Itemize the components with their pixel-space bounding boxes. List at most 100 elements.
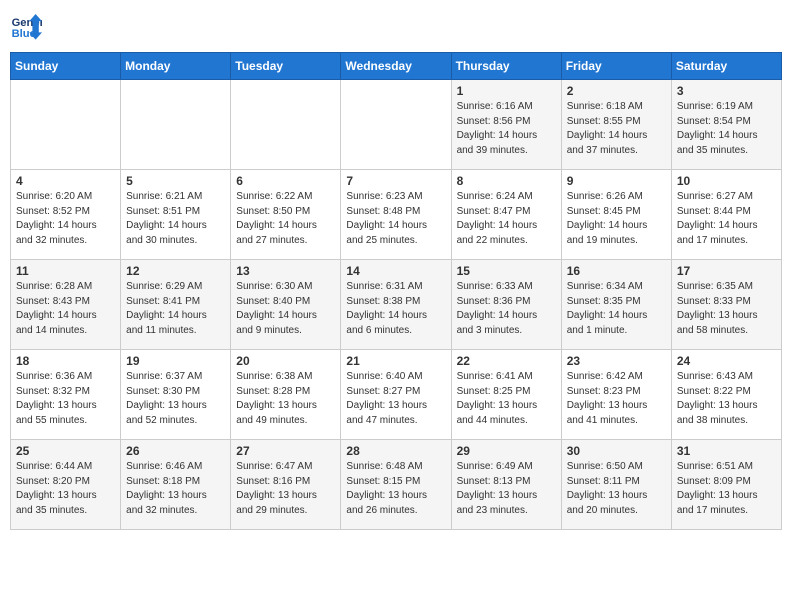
day-info: Sunrise: 6:23 AM Sunset: 8:48 PM Dayligh… [346,190,445,248]
day-info: Sunrise: 6:46 AM Sunset: 8:18 PM Dayligh… [126,460,225,518]
day-cell: 19 Sunrise: 6:37 AM Sunset: 8:30 PM Dayli… [121,350,231,440]
week-row-5: 25 Sunrise: 6:44 AM Sunset: 8:20 PM Dayli… [11,440,782,530]
day-number: 12 [126,264,225,278]
day-cell: 13 Sunrise: 6:30 AM Sunset: 8:40 PM Dayli… [231,260,341,350]
day-cell [341,80,451,170]
day-number: 19 [126,354,225,368]
day-cell: 2 Sunrise: 6:18 AM Sunset: 8:55 PM Daylig… [561,80,671,170]
day-number: 30 [567,444,666,458]
day-number: 25 [16,444,115,458]
day-info: Sunrise: 6:35 AM Sunset: 8:33 PM Dayligh… [677,280,776,338]
day-number: 11 [16,264,115,278]
day-cell: 30Sunrise: 6:50 AM Sunset: 8:11 PM Dayli… [561,440,671,530]
day-of-week-thursday: Thursday [451,53,561,80]
day-of-week-tuesday: Tuesday [231,53,341,80]
day-info: Sunrise: 6:28 AM Sunset: 8:43 PM Dayligh… [16,280,115,338]
day-number: 13 [236,264,335,278]
day-cell: 27 Sunrise: 6:47 AM Sunset: 8:16 PM Dayli… [231,440,341,530]
day-cell: 26 Sunrise: 6:46 AM Sunset: 8:18 PM Dayli… [121,440,231,530]
day-info: Sunrise: 6:48 AM Sunset: 8:15 PM Dayligh… [346,460,445,518]
day-number: 7 [346,174,445,188]
day-info: Sunrise: 6:22 AM Sunset: 8:50 PM Dayligh… [236,190,335,248]
day-info: Sunrise: 6:37 AM Sunset: 8:30 PM Dayligh… [126,370,225,428]
day-cell: 8 Sunrise: 6:24 AM Sunset: 8:47 PM Daylig… [451,170,561,260]
day-number: 31 [677,444,776,458]
day-info: Sunrise: 6:18 AM Sunset: 8:55 PM Dayligh… [567,100,666,158]
day-number: 4 [16,174,115,188]
day-cell: 12 Sunrise: 6:29 AM Sunset: 8:41 PM Dayli… [121,260,231,350]
day-info: Sunrise: 6:26 AM Sunset: 8:45 PM Dayligh… [567,190,666,248]
day-cell: 1Sunrise: 6:16 AM Sunset: 8:56 PM Daylig… [451,80,561,170]
day-cell: 21Sunrise: 6:40 AM Sunset: 8:27 PM Dayli… [341,350,451,440]
day-number: 16 [567,264,666,278]
day-number: 6 [236,174,335,188]
day-info: Sunrise: 6:44 AM Sunset: 8:20 PM Dayligh… [16,460,115,518]
day-info: Sunrise: 6:27 AM Sunset: 8:44 PM Dayligh… [677,190,776,248]
day-info: Sunrise: 6:43 AM Sunset: 8:22 PM Dayligh… [677,370,776,428]
day-number: 23 [567,354,666,368]
day-cell: 25 Sunrise: 6:44 AM Sunset: 8:20 PM Dayli… [11,440,121,530]
day-cell: 11 Sunrise: 6:28 AM Sunset: 8:43 PM Dayli… [11,260,121,350]
day-cell [11,80,121,170]
day-number: 2 [567,84,666,98]
day-cell: 5Sunrise: 6:21 AM Sunset: 8:51 PM Daylig… [121,170,231,260]
day-cell: 4 Sunrise: 6:20 AM Sunset: 8:52 PM Daylig… [11,170,121,260]
day-number: 9 [567,174,666,188]
week-row-1: 1Sunrise: 6:16 AM Sunset: 8:56 PM Daylig… [11,80,782,170]
page-header: General Blue [10,10,782,42]
day-of-week-wednesday: Wednesday [341,53,451,80]
day-of-week-saturday: Saturday [671,53,781,80]
day-cell: 17Sunrise: 6:35 AM Sunset: 8:33 PM Dayli… [671,260,781,350]
day-number: 29 [457,444,556,458]
day-cell: 29 Sunrise: 6:49 AM Sunset: 8:13 PM Dayli… [451,440,561,530]
day-cell [121,80,231,170]
day-info: Sunrise: 6:36 AM Sunset: 8:32 PM Dayligh… [16,370,115,428]
week-row-4: 18Sunrise: 6:36 AM Sunset: 8:32 PM Dayli… [11,350,782,440]
day-info: Sunrise: 6:41 AM Sunset: 8:25 PM Dayligh… [457,370,556,428]
day-cell: 10 Sunrise: 6:27 AM Sunset: 8:44 PM Dayli… [671,170,781,260]
day-info: Sunrise: 6:51 AM Sunset: 8:09 PM Dayligh… [677,460,776,518]
day-number: 24 [677,354,776,368]
day-info: Sunrise: 6:19 AM Sunset: 8:54 PM Dayligh… [677,100,776,158]
calendar-table: SundayMondayTuesdayWednesdayThursdayFrid… [10,52,782,530]
day-number: 27 [236,444,335,458]
day-cell: 18Sunrise: 6:36 AM Sunset: 8:32 PM Dayli… [11,350,121,440]
day-number: 8 [457,174,556,188]
day-info: Sunrise: 6:31 AM Sunset: 8:38 PM Dayligh… [346,280,445,338]
day-cell: 9 Sunrise: 6:26 AM Sunset: 8:45 PM Daylig… [561,170,671,260]
day-info: Sunrise: 6:24 AM Sunset: 8:47 PM Dayligh… [457,190,556,248]
day-cell: 24 Sunrise: 6:43 AM Sunset: 8:22 PM Dayli… [671,350,781,440]
day-info: Sunrise: 6:47 AM Sunset: 8:16 PM Dayligh… [236,460,335,518]
logo-icon: General Blue [10,10,42,42]
day-info: Sunrise: 6:33 AM Sunset: 8:36 PM Dayligh… [457,280,556,338]
day-number: 1 [457,84,556,98]
day-info: Sunrise: 6:49 AM Sunset: 8:13 PM Dayligh… [457,460,556,518]
day-cell: 23 Sunrise: 6:42 AM Sunset: 8:23 PM Dayli… [561,350,671,440]
day-of-week-sunday: Sunday [11,53,121,80]
day-of-week-monday: Monday [121,53,231,80]
logo: General Blue [10,10,42,42]
day-number: 28 [346,444,445,458]
day-info: Sunrise: 6:34 AM Sunset: 8:35 PM Dayligh… [567,280,666,338]
day-cell: 3 Sunrise: 6:19 AM Sunset: 8:54 PM Daylig… [671,80,781,170]
day-cell [231,80,341,170]
day-number: 20 [236,354,335,368]
day-number: 3 [677,84,776,98]
day-cell: 28 Sunrise: 6:48 AM Sunset: 8:15 PM Dayli… [341,440,451,530]
day-cell: 22Sunrise: 6:41 AM Sunset: 8:25 PM Dayli… [451,350,561,440]
day-info: Sunrise: 6:40 AM Sunset: 8:27 PM Dayligh… [346,370,445,428]
week-row-3: 11 Sunrise: 6:28 AM Sunset: 8:43 PM Dayli… [11,260,782,350]
day-cell: 14 Sunrise: 6:31 AM Sunset: 8:38 PM Dayli… [341,260,451,350]
day-number: 26 [126,444,225,458]
day-number: 10 [677,174,776,188]
day-cell: 15Sunrise: 6:33 AM Sunset: 8:36 PM Dayli… [451,260,561,350]
day-of-week-friday: Friday [561,53,671,80]
day-number: 5 [126,174,225,188]
day-info: Sunrise: 6:42 AM Sunset: 8:23 PM Dayligh… [567,370,666,428]
day-number: 14 [346,264,445,278]
day-cell: 6 Sunrise: 6:22 AM Sunset: 8:50 PM Daylig… [231,170,341,260]
day-info: Sunrise: 6:30 AM Sunset: 8:40 PM Dayligh… [236,280,335,338]
day-info: Sunrise: 6:29 AM Sunset: 8:41 PM Dayligh… [126,280,225,338]
day-info: Sunrise: 6:20 AM Sunset: 8:52 PM Dayligh… [16,190,115,248]
day-cell: 31 Sunrise: 6:51 AM Sunset: 8:09 PM Dayli… [671,440,781,530]
